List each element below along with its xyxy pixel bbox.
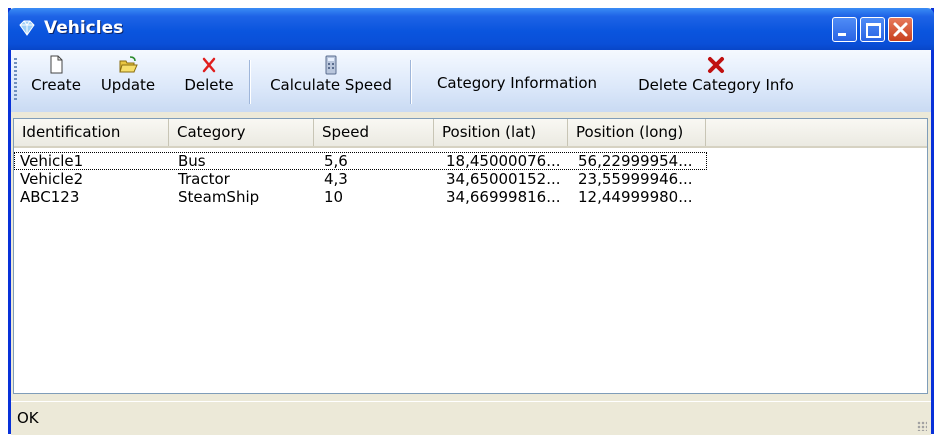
cell-speed: 10 <box>324 188 344 206</box>
red-x-icon <box>202 57 216 73</box>
close-icon <box>893 22 908 37</box>
cell-category: Tractor <box>178 170 230 188</box>
cell-position-lat: 34,66999816... <box>446 188 561 206</box>
toolbar-separator <box>249 60 251 104</box>
cell-speed: 4,3 <box>324 170 348 188</box>
gem-icon <box>19 20 35 36</box>
title-bar[interactable]: Vehicles <box>8 8 934 50</box>
create-button[interactable]: Create <box>23 54 89 94</box>
cell-position-lat: 34,65000152... <box>446 170 561 188</box>
status-bar: OK <box>11 401 931 435</box>
vehicles-list[interactable]: Identification Category Speed Position (… <box>13 118 928 394</box>
close-button[interactable] <box>888 17 913 42</box>
list-header: Identification Category Speed Position (… <box>14 119 927 148</box>
calculator-icon <box>325 55 337 75</box>
cell-speed: 5,6 <box>324 152 348 170</box>
cell-identification: Vehicle2 <box>20 170 84 188</box>
delete-category-info-button[interactable]: Delete Category Info <box>621 54 811 94</box>
toolbar: Create Update Delete Calculate Speed Cat… <box>11 50 931 112</box>
status-text: OK <box>17 409 39 427</box>
update-button[interactable]: Update <box>95 54 161 94</box>
cell-category: SteamShip <box>178 188 260 206</box>
minimize-button[interactable] <box>832 17 857 42</box>
column-header-identification[interactable]: Identification <box>14 119 169 146</box>
resize-grip[interactable] <box>917 421 927 431</box>
maximize-button[interactable] <box>860 17 885 42</box>
vehicles-window: Vehicles Create Update Delete Calculate … <box>8 8 934 435</box>
table-row[interactable]: ABC123 SteamShip 10 34,66999816... 12,44… <box>14 188 927 206</box>
cell-category: Bus <box>178 152 206 170</box>
toolbar-separator <box>410 60 412 104</box>
table-row[interactable]: Vehicle2 Tractor 4,3 34,65000152... 23,5… <box>14 170 927 188</box>
table-row[interactable]: Vehicle1 Bus 5,6 18,45000076... 56,22999… <box>14 152 707 170</box>
bold-red-x-icon <box>708 57 724 73</box>
create-label: Create <box>31 76 81 94</box>
delete-label: Delete <box>184 76 234 94</box>
cell-position-long: 23,55999946... <box>578 170 693 188</box>
toolbar-grip[interactable] <box>14 58 17 100</box>
new-document-icon <box>50 55 63 74</box>
delete-button[interactable]: Delete <box>177 54 241 94</box>
category-information-button[interactable]: Category Information <box>417 74 617 92</box>
cell-position-long: 56,22999954... <box>578 152 693 170</box>
calculate-speed-label: Calculate Speed <box>270 76 392 94</box>
cell-identification: ABC123 <box>20 188 80 206</box>
update-label: Update <box>100 76 156 94</box>
calculate-speed-button[interactable]: Calculate Speed <box>257 54 405 94</box>
column-header-speed[interactable]: Speed <box>314 119 434 146</box>
delete-category-info-label: Delete Category Info <box>638 76 794 94</box>
column-header-position-long[interactable]: Position (long) <box>568 119 706 146</box>
open-folder-icon <box>119 56 138 73</box>
window-title: Vehicles <box>44 18 124 38</box>
cell-identification: Vehicle1 <box>20 152 84 170</box>
column-header-position-lat[interactable]: Position (lat) <box>434 119 568 146</box>
category-information-label: Category Information <box>436 74 598 92</box>
cell-position-long: 12,44999980... <box>578 188 693 206</box>
column-header-category[interactable]: Category <box>169 119 314 146</box>
cell-position-lat: 18,45000076... <box>446 152 561 170</box>
